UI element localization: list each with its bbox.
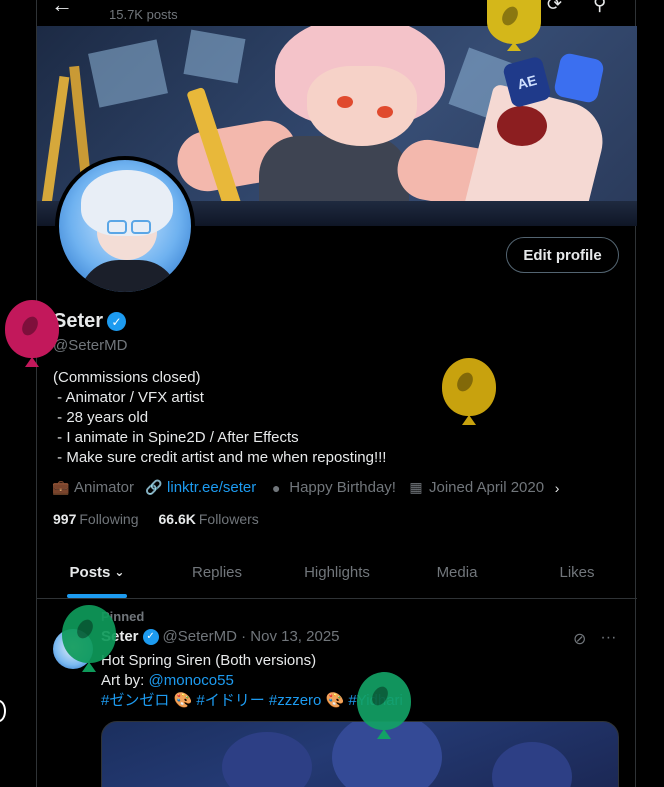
avatar[interactable] [55,156,195,296]
briefcase-icon: 💼 [52,479,70,495]
balloon-knot [507,42,521,51]
balloon-knot [377,729,391,739]
following-label: Following [79,511,139,527]
profession-label: Animator [74,479,135,496]
balloon-knot [82,662,96,672]
post-header: Seter ✓ @SeterMD · Nov 13, 2025 [101,628,340,645]
balloon-knot [25,357,39,367]
display-name: Seter [53,310,104,332]
followers-label: Followers [198,511,259,527]
link-item[interactable]: 🔗 linktr.ee/seter [145,479,256,496]
calendar-icon: ▦ [409,479,423,495]
tab-label: Highlights [304,563,370,581]
following-link[interactable]: 997 Following [53,511,139,527]
followers-count: 66.6K [158,511,196,527]
profile-bio: (Commissions closed) - Animator / VFX ar… [53,369,387,466]
chevron-right-icon[interactable]: › [549,480,565,496]
discord-icon [552,51,606,105]
banner-paper [88,39,168,108]
joined-label: Joined April 2020 [428,479,545,496]
tab-likes[interactable]: Likes [517,546,637,598]
tab-label: Media [436,563,478,581]
tab-label: Likes [559,563,595,581]
balloon-decoration [487,0,541,52]
banner-paper [183,29,246,84]
tab-label: Replies [191,563,243,581]
following-count: 997 [53,511,77,527]
profile-tabs: Posts ⌄ Replies Highlights Media Likes [37,546,637,599]
post-actions: ⊘ ··· [573,629,616,649]
tab-media[interactable]: Media [397,546,517,598]
verified-badge-icon[interactable]: ✓ [107,312,127,331]
verified-badge-icon[interactable]: ✓ [142,628,159,645]
media-shape [492,742,572,787]
posts-count: 15.7K posts [109,7,178,22]
profile-meta: 💼 Animator 🔗 linktr.ee/seter ● Happy Bir… [52,479,565,496]
avatar-glasses [107,220,127,234]
chevron-down-icon: ⌄ [114,565,125,579]
balloon-knot [462,415,476,425]
post-credit-prefix: Art by: [101,672,149,689]
balloon-decoration [5,300,59,368]
profile-link[interactable]: linktr.ee/seter [167,479,256,496]
arrow-left-icon[interactable]: ← [51,0,73,18]
top-bar: ← 15.7K posts ⟳ ⚲ [37,0,637,26]
mention-link[interactable]: @monoco55 [149,672,234,689]
balloon-decoration [442,358,496,426]
profile-name: Seter ✓ [53,310,127,333]
balloon-icon: ● [272,479,281,496]
grok-icon[interactable]: ⊘ [573,629,586,649]
refresh-icon[interactable]: ⟳ [547,0,562,15]
avatar-glasses [131,220,151,234]
post-line: Hot Spring Siren (Both versions) [101,652,317,669]
banner-character-eye [337,96,353,108]
banner-character-eye [377,106,393,118]
birthday-label: Happy Birthday! [289,479,396,496]
tab-highlights[interactable]: Highlights [277,546,397,598]
banner-character-face [307,66,417,146]
tab-label: Posts [69,563,111,581]
media-shape [222,732,312,787]
tab-posts[interactable]: Posts ⌄ [37,546,157,598]
link-icon: 🔗 [145,479,163,495]
profession-item: 💼 Animator [52,479,135,496]
active-tab-indicator [67,594,127,598]
avatar-hair [81,170,173,236]
pinned-post[interactable]: Pinned Seter ✓ @SeterMD · Nov 13, 2025 ⊘… [37,599,637,787]
joined-item: ▦ Joined April 2020 › [408,479,565,496]
balloon-decoration [357,672,411,740]
follow-stats: 997 Following 66.6K Followers [53,511,259,527]
avatar-shirt [79,260,179,292]
profile-handle: @SeterMD [53,337,128,354]
banner-cup-stain [497,106,547,146]
profile-column: ← 15.7K posts ⟳ ⚲ AE Edit profile Seter [36,0,637,787]
search-icon[interactable]: ⚲ [593,0,606,15]
edit-profile-button[interactable]: Edit profile [506,237,619,273]
birthday-item: ● Happy Birthday! [268,479,396,496]
balloon-decoration [62,605,116,673]
edge-circle-decoration [0,700,6,722]
followers-link[interactable]: 66.6K Followers [159,511,259,527]
post-meta: @SeterMD · Nov 13, 2025 [162,628,340,645]
more-icon[interactable]: ··· [600,629,616,649]
tab-replies[interactable]: Replies [157,546,277,598]
